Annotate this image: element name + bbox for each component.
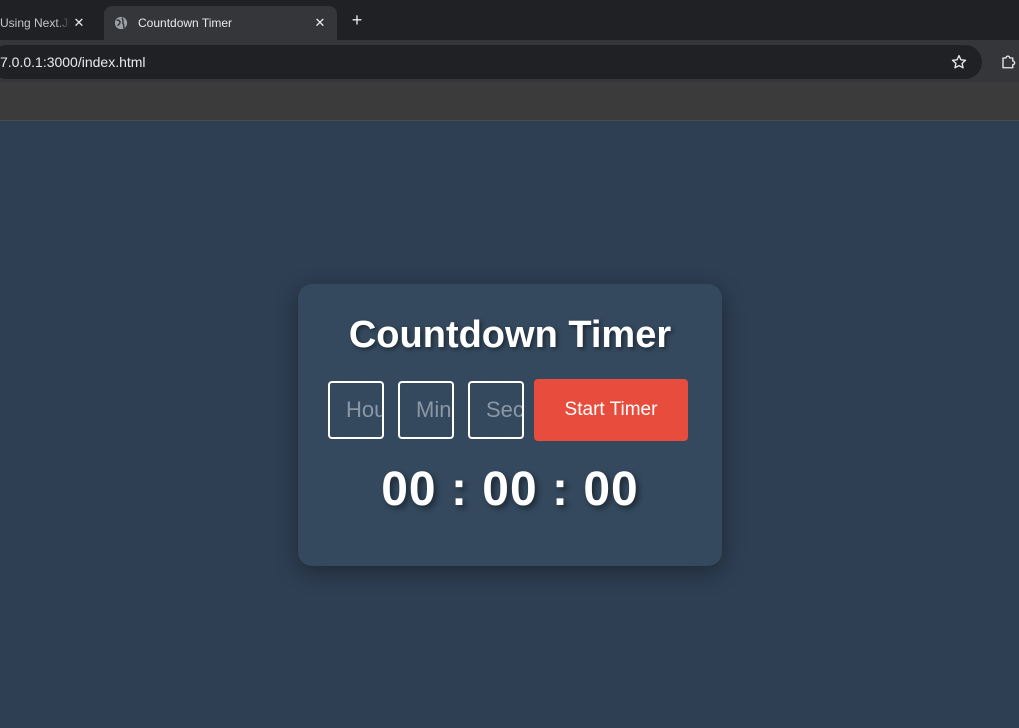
browser-tab-strip: Using Next.Js ✕ Countdown Timer ✕ + xyxy=(0,0,1019,40)
globe-icon xyxy=(114,16,128,30)
page-title: Countdown Timer xyxy=(348,314,672,356)
timer-separator: : xyxy=(552,463,570,516)
tab-title: Using Next.Js xyxy=(0,16,70,30)
address-bar[interactable]: 7.0.0.1:3000/index.html xyxy=(0,45,982,79)
tab-title: Countdown Timer xyxy=(138,16,233,30)
start-timer-button[interactable]: Start Timer xyxy=(534,379,688,441)
timer-minutes: 00 xyxy=(482,463,538,516)
seconds-input[interactable] xyxy=(468,381,524,439)
star-icon[interactable] xyxy=(950,53,968,71)
minutes-input[interactable] xyxy=(398,381,454,439)
timer-seconds: 00 xyxy=(583,463,639,516)
close-icon[interactable]: ✕ xyxy=(70,14,88,32)
timer-card: Countdown Timer Start Timer 00 : 00 : 00 xyxy=(298,284,722,566)
timer-separator: : xyxy=(450,463,468,516)
hours-input[interactable] xyxy=(328,381,384,439)
timer-hours: 00 xyxy=(381,463,437,516)
close-icon[interactable]: ✕ xyxy=(311,14,329,32)
browser-toolbar: 7.0.0.1:3000/index.html xyxy=(0,40,1019,82)
tab-countdown-timer[interactable]: Countdown Timer ✕ xyxy=(104,6,337,40)
plus-icon[interactable]: + xyxy=(346,9,368,31)
time-inputs-row: Start Timer xyxy=(328,379,688,441)
puzzle-icon[interactable] xyxy=(1000,52,1018,70)
bookmarks-bar xyxy=(0,82,1019,121)
tab-using-nextjs[interactable]: Using Next.Js ✕ xyxy=(0,6,98,40)
url-text[interactable]: 7.0.0.1:3000/index.html xyxy=(0,54,146,70)
page-viewport: Countdown Timer Start Timer 00 : 00 : 00 xyxy=(0,121,1019,728)
timer-display: 00 : 00 : 00 xyxy=(298,462,722,517)
